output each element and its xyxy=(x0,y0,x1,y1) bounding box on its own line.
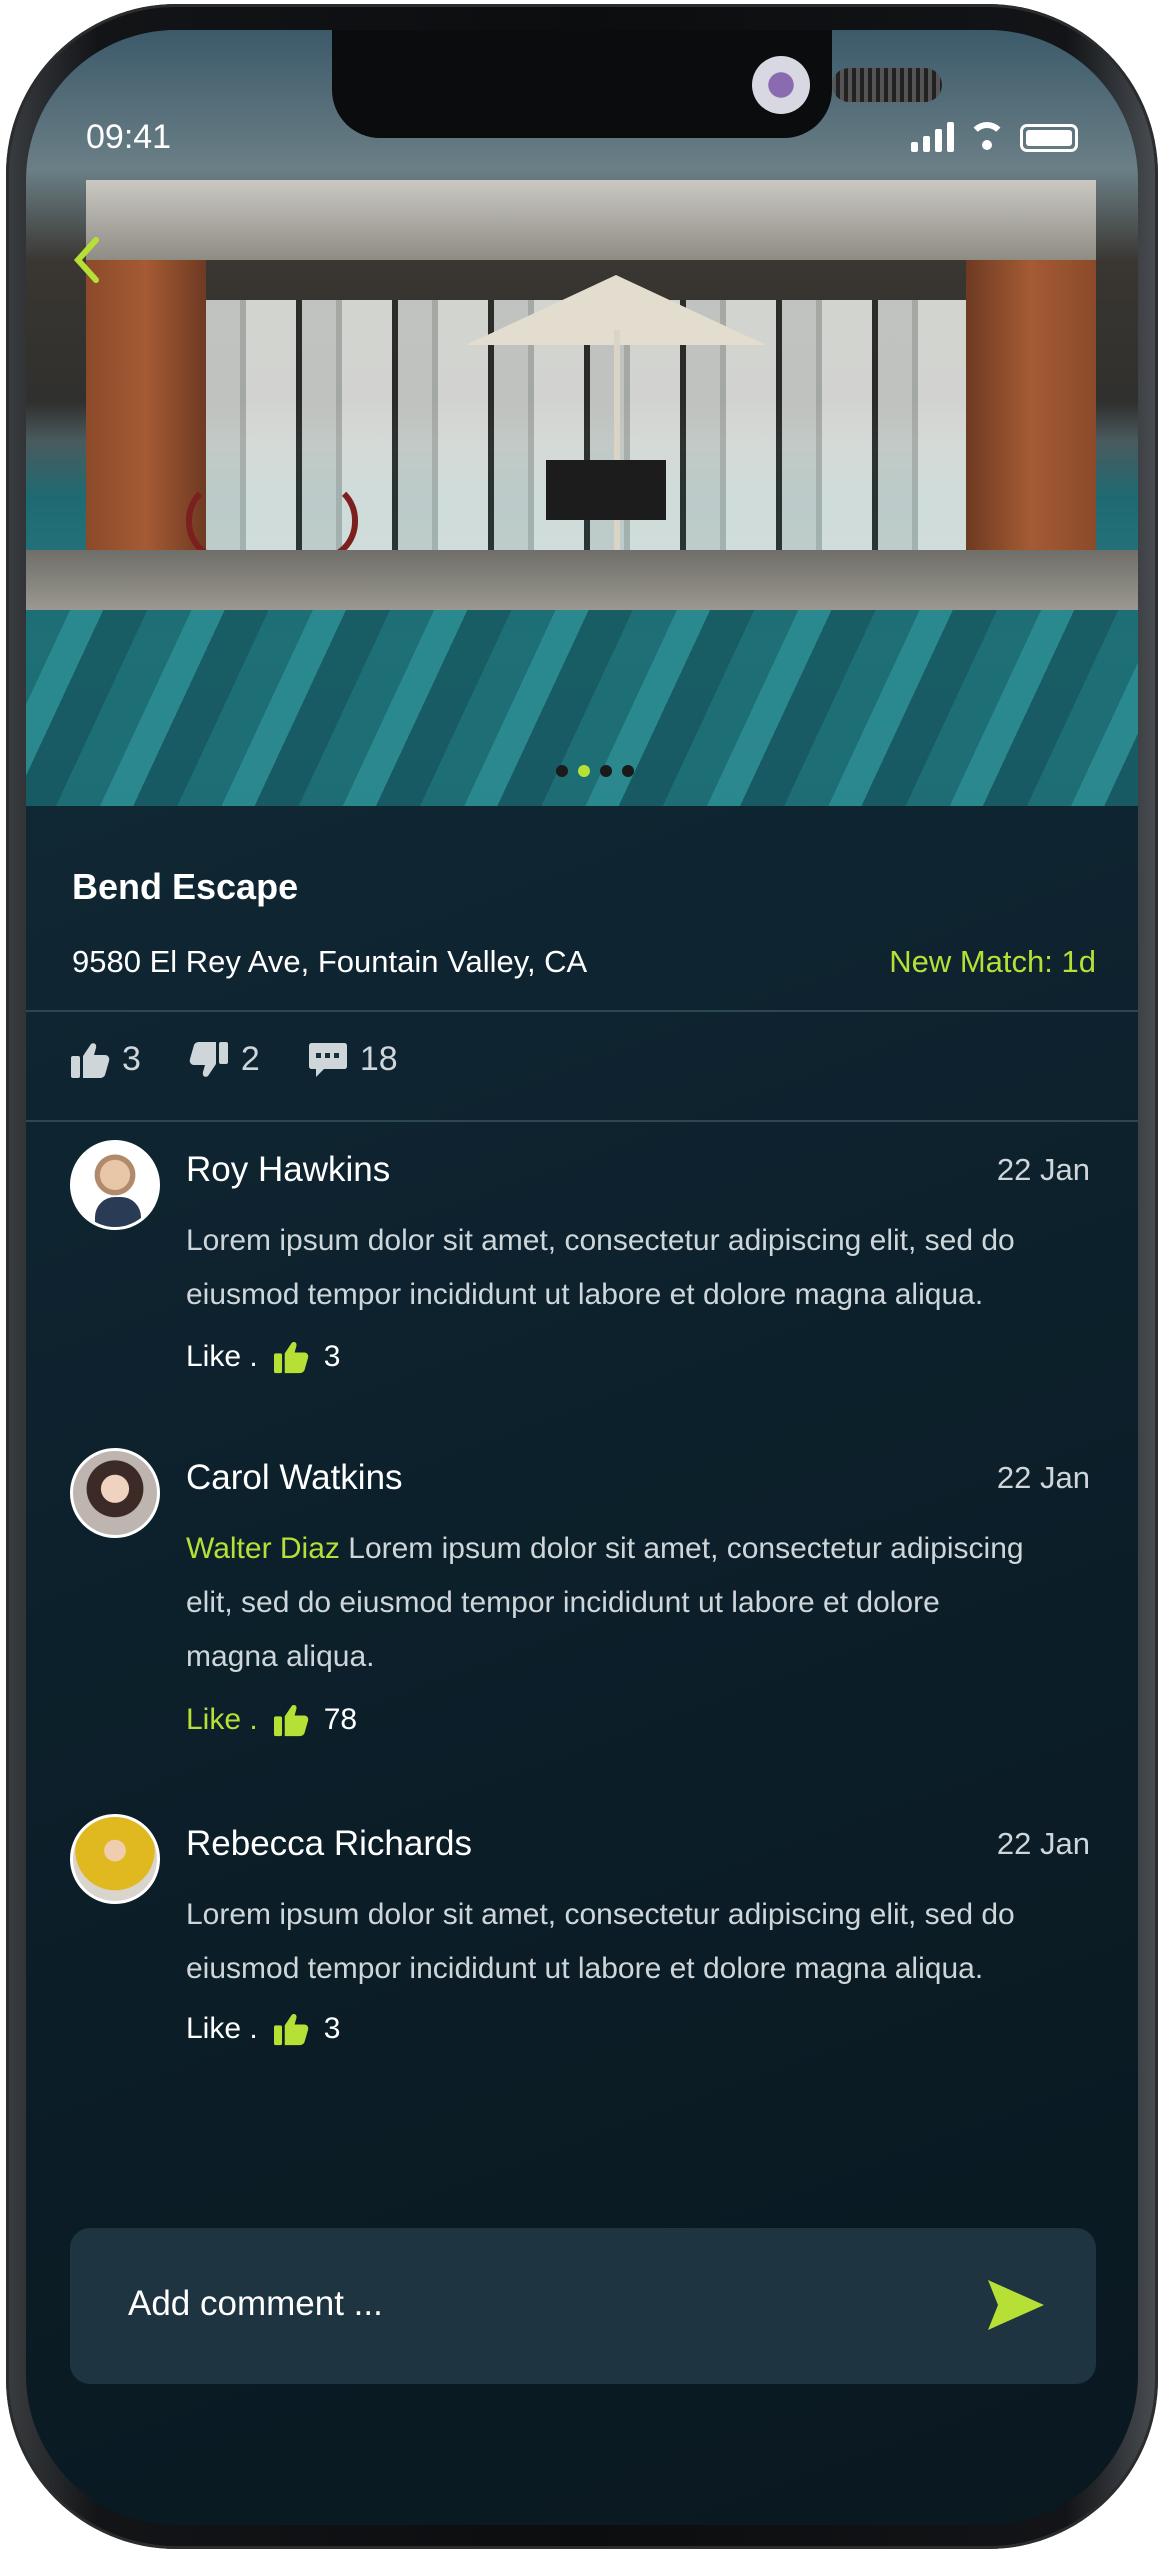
comment-line: magna aliqua. xyxy=(186,1640,375,1673)
photo-roof xyxy=(86,180,1096,260)
avatar[interactable] xyxy=(70,1814,160,1904)
photo-pillar-right xyxy=(966,260,1096,570)
comment-item: Carol Watkins 22 Jan Walter Diaz Lorem i… xyxy=(70,1448,1110,1778)
phone-frame: 09:41 Bend Escape 9580 El Rey Ave, Fount… xyxy=(6,4,1158,2549)
like-button[interactable]: Like . xyxy=(186,1340,258,1374)
divider xyxy=(26,1010,1138,1012)
comment-line: Lorem ipsum dolor sit amet, consectetur … xyxy=(186,1224,1015,1257)
speaker-grille xyxy=(832,68,942,102)
thumbs-up-icon xyxy=(272,1703,310,1737)
thumbs-up-icon xyxy=(272,2012,310,2046)
commenter-name[interactable]: Carol Watkins xyxy=(186,1458,403,1498)
comment-line: eiusmod tempor incididunt ut labore et d… xyxy=(186,1952,984,1985)
send-button[interactable] xyxy=(986,2278,1046,2337)
photo-deck xyxy=(26,550,1138,610)
comment-line: eiusmod tempor incididunt ut labore et d… xyxy=(186,1278,984,1311)
commenter-name[interactable]: Roy Hawkins xyxy=(186,1150,390,1190)
comment-stat[interactable]: 18 xyxy=(308,1040,398,1079)
thumbs-up-icon xyxy=(70,1041,110,1079)
avatar[interactable] xyxy=(70,1448,160,1538)
thumbs-up-icon xyxy=(272,1340,310,1374)
comment-date: 22 Jan xyxy=(996,1460,1090,1495)
comment-like-row[interactable]: Like . 78 xyxy=(186,1703,357,1737)
comment-text: Lorem ipsum dolor sit amet, consectetur … xyxy=(186,1214,1086,1322)
gallery-pagination xyxy=(556,765,634,779)
comment-like-count: 3 xyxy=(323,2012,341,2045)
match-badge: New Match: 1d xyxy=(889,944,1096,979)
thumbs-down-icon xyxy=(189,1041,229,1079)
listing-address: 9580 El Rey Ave, Fountain Valley, CA xyxy=(72,944,588,979)
send-icon xyxy=(988,2280,1044,2330)
comment-item: Rebecca Richards 22 Jan Lorem ipsum dolo… xyxy=(70,1814,1110,2074)
commenter-name[interactable]: Rebecca Richards xyxy=(186,1824,472,1864)
like-button[interactable]: Like . xyxy=(186,1703,258,1737)
reaction-stats: 3 2 18 xyxy=(70,1040,398,1079)
listing-title: Bend Escape xyxy=(72,866,299,907)
comment-like-count: 78 xyxy=(323,1703,358,1736)
status-icons xyxy=(911,122,1078,152)
comment-line: Walter Diaz Lorem ipsum dolor sit amet, … xyxy=(186,1522,1086,1576)
avatar[interactable] xyxy=(70,1140,160,1230)
mention-link[interactable]: Walter Diaz xyxy=(186,1532,340,1565)
dislike-count: 2 xyxy=(240,1040,260,1078)
signal-icon xyxy=(911,122,954,152)
comment-line-text: Lorem ipsum dolor sit amet, consectetur … xyxy=(348,1532,1024,1565)
dislike-stat[interactable]: 2 xyxy=(189,1040,260,1079)
gallery-dot[interactable] xyxy=(622,765,634,777)
notch xyxy=(332,30,942,138)
photo-umbrella-pole xyxy=(614,330,620,570)
front-camera xyxy=(752,56,810,114)
like-count: 3 xyxy=(122,1040,141,1078)
back-button[interactable] xyxy=(72,236,112,292)
gallery-dot[interactable] xyxy=(556,765,568,777)
like-stat[interactable]: 3 xyxy=(70,1040,141,1079)
screen: 09:41 Bend Escape 9580 El Rey Ave, Fount… xyxy=(26,30,1138,2525)
comment-line: Lorem ipsum dolor sit amet, consectetur … xyxy=(186,1898,1015,1931)
chevron-left-icon xyxy=(73,237,99,283)
comment-composer[interactable]: Add comment ... xyxy=(70,2228,1096,2384)
comment-date: 22 Jan xyxy=(996,1152,1090,1187)
status-time: 09:41 xyxy=(86,118,172,156)
add-comment-input[interactable]: Add comment ... xyxy=(128,2284,383,2324)
comment-like-count: 3 xyxy=(323,1340,341,1373)
comment-text: Lorem ipsum dolor sit amet, consectetur … xyxy=(186,1888,1086,1996)
comment-like-row[interactable]: Like . 3 xyxy=(186,1340,340,1374)
photo-table xyxy=(546,460,666,520)
comment-item: Roy Hawkins 22 Jan Lorem ipsum dolor sit… xyxy=(70,1140,1110,1400)
divider xyxy=(26,1120,1138,1122)
comment-date: 22 Jan xyxy=(996,1826,1090,1861)
comment-line: elit, sed do eiusmod tempor incididunt u… xyxy=(186,1586,940,1619)
gallery-dot[interactable] xyxy=(600,765,612,777)
gallery-dot-active[interactable] xyxy=(578,765,590,777)
comment-count: 18 xyxy=(359,1040,398,1078)
comment-like-row[interactable]: Like . 3 xyxy=(186,2012,340,2046)
comment-text: Walter Diaz Lorem ipsum dolor sit amet, … xyxy=(186,1522,1086,1684)
like-button[interactable]: Like . xyxy=(186,2012,258,2046)
wifi-icon xyxy=(968,122,1006,152)
comment-icon xyxy=(308,1041,348,1079)
battery-icon xyxy=(1020,124,1078,152)
